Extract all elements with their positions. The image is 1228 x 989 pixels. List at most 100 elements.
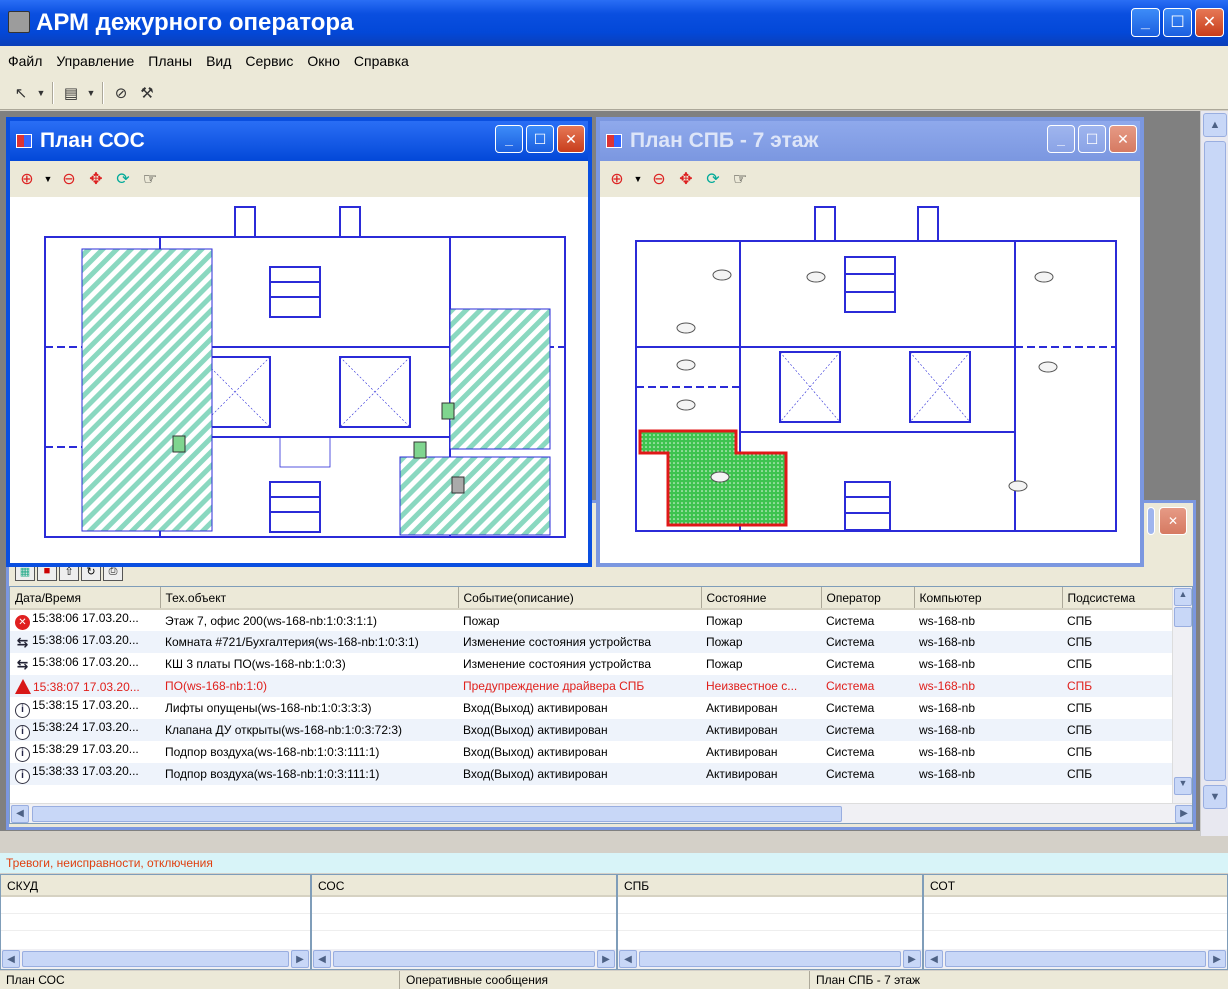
minimize-button[interactable]: _ xyxy=(495,125,523,153)
status-plan-sos[interactable]: План СОС xyxy=(0,971,400,989)
main-vertical-scrollbar[interactable]: ▲ ▼ xyxy=(1200,111,1228,836)
plan-icon xyxy=(16,134,32,148)
disable-icon[interactable]: ⊘ xyxy=(110,82,132,104)
scroll-down-icon[interactable]: ▼ xyxy=(1174,777,1192,795)
scroll-down-icon[interactable]: ▼ xyxy=(1203,785,1227,809)
table-row[interactable]: 15:38:07 17.03.20... ПО(ws-168-nb:1:0) П… xyxy=(10,675,1172,697)
table-row[interactable]: i 15:38:15 17.03.20... Лифты опущены(ws-1… xyxy=(10,697,1172,719)
minimize-button[interactable]: _ xyxy=(1047,125,1075,153)
scroll-thumb[interactable] xyxy=(1174,607,1192,627)
alarm-scrollbar[interactable]: ◀ ▶ xyxy=(924,949,1227,969)
minimize-button[interactable]: _ xyxy=(1131,8,1160,37)
scroll-left-icon[interactable]: ◀ xyxy=(925,950,943,968)
menu-control[interactable]: Управление xyxy=(56,53,134,69)
zoom-in-icon[interactable]: ⊕ xyxy=(16,169,38,189)
plan-icon xyxy=(606,134,622,148)
warning-icon xyxy=(15,678,31,694)
pan-icon[interactable]: ✥ xyxy=(675,169,697,189)
maximize-button[interactable]: ☐ xyxy=(1078,125,1106,153)
scroll-right-icon[interactable]: ▶ xyxy=(597,950,615,968)
menu-window[interactable]: Окно xyxy=(307,53,340,69)
alarm-column-skud[interactable]: СКУД ◀ ▶ xyxy=(0,874,311,970)
scroll-left-icon[interactable]: ◀ xyxy=(11,804,29,823)
events-grid: Дата/Время Тех.объект Событие(описание) … xyxy=(9,586,1193,824)
tools-icon[interactable]: ⚒ xyxy=(136,82,158,104)
grid-horizontal-scrollbar[interactable]: ◀ ▶ xyxy=(10,803,1192,823)
info-icon: i xyxy=(15,769,30,784)
alarm-column-spb[interactable]: СПБ ◀ ▶ xyxy=(617,874,923,970)
pan-icon[interactable]: ✥ xyxy=(85,169,107,189)
dropdown-arrow-icon[interactable]: ▼ xyxy=(43,174,53,184)
maximize-button[interactable]: ☐ xyxy=(1163,8,1192,37)
table-row[interactable]: i 15:38:33 17.03.20... Подпор воздуха(ws-… xyxy=(10,763,1172,785)
plan-spb-title-bar[interactable]: План СПБ - 7 этаж _ ☐ ✕ xyxy=(600,121,1140,161)
refresh-icon[interactable]: ⟳ xyxy=(702,169,724,189)
close-button[interactable]: ✕ xyxy=(1109,125,1137,153)
col-event[interactable]: Событие(описание) xyxy=(458,587,702,610)
grid-vertical-scrollbar[interactable]: ▲ ▼ xyxy=(1172,587,1192,803)
pointer-icon[interactable]: ☞ xyxy=(139,169,161,189)
close-button[interactable]: ✕ xyxy=(557,125,585,153)
menu-view[interactable]: Вид xyxy=(206,53,231,69)
col-computer[interactable]: Компьютер xyxy=(914,587,1063,610)
scroll-right-icon[interactable]: ▶ xyxy=(1208,950,1226,968)
alarm-column-header: СОС xyxy=(312,875,616,897)
table-row[interactable]: i 15:38:29 17.03.20... Подпор воздуха(ws-… xyxy=(10,741,1172,763)
events-close-button[interactable]: ✕ xyxy=(1159,507,1187,535)
menu-plans[interactable]: Планы xyxy=(148,53,192,69)
scroll-right-icon[interactable]: ▶ xyxy=(1175,804,1192,823)
list-icon[interactable]: ▤ xyxy=(60,82,82,104)
plan-sos-canvas[interactable] xyxy=(10,197,588,563)
alarm-column-sot[interactable]: СОТ ◀ ▶ xyxy=(923,874,1228,970)
status-plan-spb[interactable]: План СПБ - 7 этаж xyxy=(810,971,1228,989)
plan-spb-window[interactable]: План СПБ - 7 этаж _ ☐ ✕ ⊕ ▼ ⊖ ✥ ⟳ ☞ xyxy=(596,117,1144,567)
table-row[interactable]: i 15:38:24 17.03.20... Клапана ДУ открыты… xyxy=(10,719,1172,741)
menu-service[interactable]: Сервис xyxy=(245,53,293,69)
alarm-scrollbar[interactable]: ◀ ▶ xyxy=(618,949,922,969)
table-row[interactable]: ⇆ 15:38:06 17.03.20... Комната #721/Бухга… xyxy=(10,631,1172,653)
plan-sos-title-bar[interactable]: План СОС _ ☐ ✕ xyxy=(10,121,588,161)
table-row[interactable]: ✕ 15:38:06 17.03.20... Этаж 7, офис 200(w… xyxy=(10,609,1172,631)
floor-plan-sos xyxy=(44,206,566,538)
alarm-column-header: СПБ xyxy=(618,875,922,897)
table-row[interactable]: ⇆ 15:38:06 17.03.20... КШ 3 платы ПО(ws-1… xyxy=(10,653,1172,675)
dropdown-arrow-icon[interactable]: ▼ xyxy=(633,174,643,184)
alarm-column-header: СОТ xyxy=(924,875,1227,897)
dropdown-arrow-icon[interactable]: ▼ xyxy=(86,82,96,104)
scroll-right-icon[interactable]: ▶ xyxy=(903,950,921,968)
scroll-up-icon[interactable]: ▲ xyxy=(1174,588,1192,606)
menu-file[interactable]: Файл xyxy=(8,53,42,69)
refresh-icon[interactable]: ⟳ xyxy=(112,169,134,189)
scroll-up-icon[interactable]: ▲ xyxy=(1203,113,1227,137)
pointer-tool-icon[interactable]: ↖ xyxy=(10,82,32,104)
alarm-scrollbar[interactable]: ◀ ▶ xyxy=(1,949,310,969)
scroll-left-icon[interactable]: ◀ xyxy=(313,950,331,968)
col-operator[interactable]: Оператор xyxy=(821,587,915,610)
events-maximize-button[interactable] xyxy=(1147,507,1155,535)
dropdown-arrow-icon[interactable]: ▼ xyxy=(36,82,46,104)
zoom-out-icon[interactable]: ⊖ xyxy=(648,169,670,189)
zoom-out-icon[interactable]: ⊖ xyxy=(58,169,80,189)
col-object[interactable]: Тех.объект xyxy=(160,587,459,610)
col-state[interactable]: Состояние xyxy=(701,587,822,610)
app-title-bar[interactable]: АРМ дежурного оператора _ ☐ ✕ xyxy=(0,0,1228,46)
scroll-thumb[interactable] xyxy=(32,805,842,822)
scroll-left-icon[interactable]: ◀ xyxy=(619,950,637,968)
menu-help[interactable]: Справка xyxy=(354,53,409,69)
pointer-icon[interactable]: ☞ xyxy=(729,169,751,189)
plan-spb-canvas[interactable] xyxy=(600,197,1140,563)
alarm-scrollbar[interactable]: ◀ ▶ xyxy=(312,949,616,969)
col-subsystem[interactable]: Подсистема xyxy=(1062,587,1173,610)
alarm-column-sos[interactable]: СОС ◀ ▶ xyxy=(311,874,617,970)
col-datetime[interactable]: Дата/Время xyxy=(10,587,161,610)
status-operational-messages[interactable]: Оперативные сообщения xyxy=(400,971,810,989)
zoom-in-icon[interactable]: ⊕ xyxy=(606,169,628,189)
maximize-button[interactable]: ☐ xyxy=(526,125,554,153)
close-button[interactable]: ✕ xyxy=(1195,8,1224,37)
scroll-right-icon[interactable]: ▶ xyxy=(291,950,309,968)
scroll-thumb[interactable] xyxy=(1204,141,1226,781)
swap-icon: ⇆ xyxy=(16,634,29,650)
alarms-panel: СКУД ◀ ▶ СОС ◀ ▶ СПБ ◀ ▶ СОТ ◀ ▶ xyxy=(0,874,1228,970)
plan-sos-window[interactable]: План СОС _ ☐ ✕ ⊕ ▼ ⊖ ✥ ⟳ ☞ xyxy=(6,117,592,567)
scroll-left-icon[interactable]: ◀ xyxy=(2,950,20,968)
